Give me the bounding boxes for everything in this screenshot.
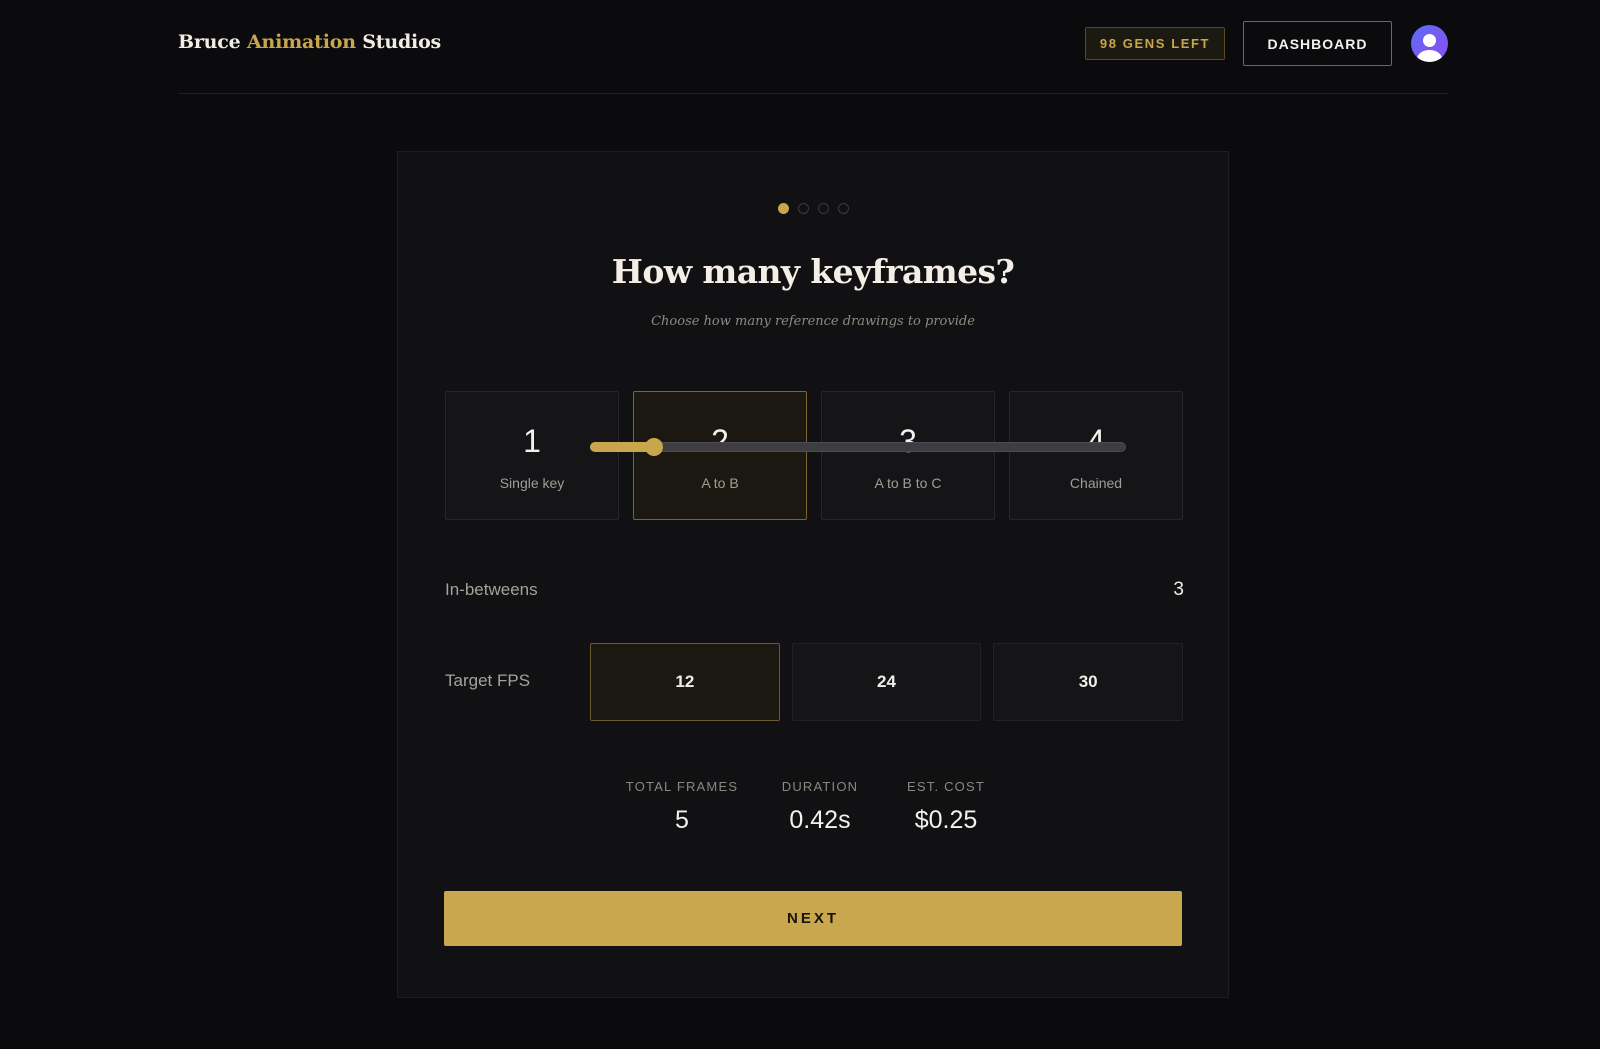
top-header: Bruce Animation Studios 98 GENS LEFT DAS… xyxy=(178,0,1448,94)
keyframe-option-label: A to B to C xyxy=(874,474,942,491)
inbetweens-label: In-betweens xyxy=(445,580,538,599)
brand-logo[interactable]: Bruce Animation Studios xyxy=(178,31,441,53)
dashboard-button[interactable]: DASHBOARD xyxy=(1243,21,1392,66)
fps-option-24[interactable]: 24 xyxy=(791,643,982,721)
next-button[interactable]: NEXT xyxy=(444,891,1182,946)
brand-name-first: Bruce xyxy=(178,31,247,53)
total-frames-stat: TOTAL FRAMES 5 xyxy=(617,779,747,835)
page-subtitle: Choose how many reference drawings to pr… xyxy=(651,314,975,329)
est-cost-stat: EST. COST $0.25 xyxy=(896,779,996,835)
duration-value: 0.42s xyxy=(789,806,851,834)
brand-name-last: Studios xyxy=(355,31,442,53)
user-icon-head xyxy=(1423,34,1436,47)
keyframe-option-label: A to B xyxy=(701,474,739,491)
duration-stat: DURATION 0.42s xyxy=(770,779,870,835)
inbetweens-value: 3 xyxy=(1173,579,1184,600)
est-cost-value: $0.25 xyxy=(914,806,978,834)
gens-left-badge: 98 GENS LEFT xyxy=(1085,27,1225,60)
user-icon-body xyxy=(1417,50,1442,62)
slider-track xyxy=(590,442,1126,452)
keyframe-option-label: Chained xyxy=(1069,474,1123,491)
est-cost-label: EST. COST xyxy=(907,779,985,794)
total-frames-value: 5 xyxy=(675,806,689,834)
wizard-card: How many keyframes? Choose how many refe… xyxy=(397,151,1229,998)
fps-option-12[interactable]: 12 xyxy=(590,643,780,721)
brand-name-accent: Animation xyxy=(246,31,356,53)
step-dot-2 xyxy=(797,203,809,214)
inbetweens-slider[interactable] xyxy=(590,436,1126,458)
fps-option-30[interactable]: 30 xyxy=(993,643,1184,721)
keyframe-option-number: 1 xyxy=(523,422,541,459)
step-dot-3 xyxy=(817,203,829,214)
total-frames-label: TOTAL FRAMES xyxy=(625,779,739,794)
page-title: How many keyframes? xyxy=(611,252,1015,291)
avatar[interactable] xyxy=(1411,25,1448,62)
target-fps-label: Target FPS xyxy=(445,671,531,690)
keyframe-option-label: Single key xyxy=(499,474,565,491)
step-indicator xyxy=(398,203,1228,214)
step-dot-4 xyxy=(837,203,849,214)
slider-thumb[interactable] xyxy=(645,438,664,456)
step-dot-1 xyxy=(777,203,789,214)
duration-label: DURATION xyxy=(781,779,859,794)
fps-options: 12 24 30 xyxy=(590,643,1184,721)
